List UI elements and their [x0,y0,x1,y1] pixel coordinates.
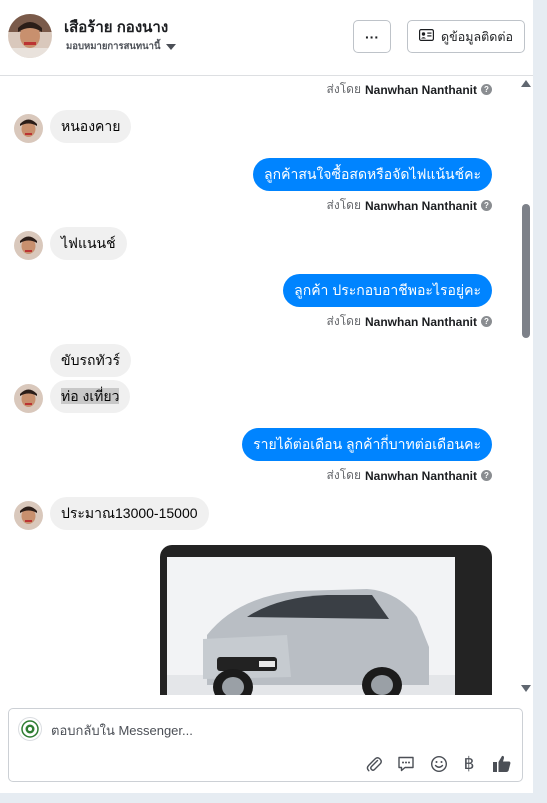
assign-conversation-dropdown[interactable]: มอบหมายการสนทนานี้ [66,39,176,54]
thumbs-up-icon[interactable] [491,753,513,775]
sent-by-prefix: ส่งโดย [326,198,361,212]
photo-message[interactable] [160,545,492,695]
composer-area: ฿ [0,696,533,793]
incoming-message[interactable]: ท่อ งเที่ยว [50,380,131,413]
highlighted-text: ท่อ งเที่ยว [61,388,120,404]
scroll-down-arrow[interactable] [521,685,531,692]
contact-info-label: ดูข้อมูลติดต่อ [441,29,513,44]
sender-avatar[interactable] [14,231,43,260]
sent-by-name: Nanwhan Nanthanit [364,468,477,483]
info-icon[interactable]: ? [481,316,492,327]
reply-input[interactable] [51,720,451,740]
sent-by-prefix: ส่งโดย [326,468,361,482]
more-options-button[interactable]: ··· [353,20,391,53]
assign-label: มอบหมายการสนทนานี้ [66,41,161,52]
sent-by-prefix: ส่งโดย [326,314,361,328]
message-thread: ส่งโดย Nanwhan Nanthanit ? หนองคาย ลูกค้… [0,77,533,695]
sent-by-name: Nanwhan Nanthanit [364,314,477,329]
chevron-down-icon [165,43,176,50]
baht-symbol: ฿ [463,754,475,773]
view-contact-info-button[interactable]: ดูข้อมูลติดต่อ [407,20,525,53]
incoming-message[interactable]: ไฟแนนช์ [50,227,127,260]
window-edge [0,793,547,803]
saved-reply-icon[interactable] [395,753,417,775]
sent-by-name: Nanwhan Nanthanit [364,198,477,213]
contact-name: เสือร้าย กองนาง [64,19,169,36]
sent-by-line: ส่งโดย Nanwhan Nanthanit ? [327,196,492,215]
scrollbar-thumb[interactable] [522,204,530,338]
conversation-panel: เสือร้าย กองนาง มอบหมายการสนทนานี้ ··· ด… [0,0,533,793]
incoming-message[interactable]: หนองคาย [50,110,132,143]
sent-by-line: ส่งโดย Nanwhan Nanthanit ? [327,80,492,99]
info-icon[interactable]: ? [481,470,492,481]
outgoing-message[interactable]: รายได้ต่อเดือน ลูกค้ากี่บาทต่อเดือนคะ [242,428,492,461]
sent-by-line: ส่งโดย Nanwhan Nanthanit ? [327,312,492,331]
reply-composer: ฿ [8,708,523,782]
page-avatar [18,717,42,741]
sent-by-prefix: ส่งโดย [326,82,361,96]
sent-by-name: Nanwhan Nanthanit [364,82,477,97]
window-edge [533,0,547,803]
outgoing-message[interactable]: ลูกค้าสนใจซื้อสดหรือจัดไฟแน้นช์คะ [253,158,492,191]
info-icon[interactable]: ? [481,200,492,211]
sender-avatar[interactable] [14,501,43,530]
emoji-icon[interactable] [428,753,450,775]
scroll-up-arrow[interactable] [521,80,531,87]
sender-avatar[interactable] [14,384,43,413]
currency-baht-icon[interactable]: ฿ [458,753,480,775]
sent-by-line: ส่งโดย Nanwhan Nanthanit ? [327,466,492,485]
conversation-header: เสือร้าย กองนาง มอบหมายการสนทนานี้ ··· ด… [0,0,533,76]
car-photo [167,557,455,695]
sender-avatar[interactable] [14,114,43,143]
contact-avatar[interactable] [8,14,52,58]
paperclip-icon[interactable] [363,753,385,775]
more-icon: ··· [365,28,379,45]
incoming-message[interactable]: ประมาณ13000-15000 [50,497,209,530]
contact-card-icon [419,29,435,44]
info-icon[interactable]: ? [481,84,492,95]
incoming-message[interactable]: ขับรถทัวร์ [50,344,132,377]
outgoing-message[interactable]: ลูกค้า ประกอบอาชีพอะไรอยู่คะ [283,274,492,307]
